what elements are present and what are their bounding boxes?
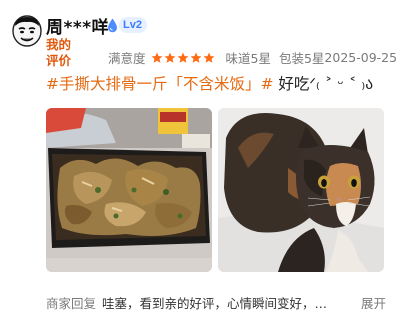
level-drop-icon — [108, 18, 117, 32]
review-date: 2025-09-25 — [324, 50, 398, 65]
packaging-rating: 包装5星 — [278, 51, 325, 66]
level-badge: Lv2 — [107, 16, 147, 34]
taste-rating: 味道5星 — [225, 51, 271, 66]
star-rating — [151, 52, 216, 64]
merchant-reply-text: 哇塞，看到亲的好评，心情瞬间变好，… — [102, 296, 328, 311]
satisfaction-label: 满意度 — [108, 51, 146, 66]
star-icon — [177, 52, 188, 63]
ratings-row: 满意度 味道5星 包装5星 2025-09-25 — [108, 48, 397, 67]
star-icon — [190, 52, 201, 63]
star-icon — [164, 52, 175, 63]
review-card: 周***咩 Lv2 我的评价 满意度 味道5星 包装5星 2025-09-25 … — [0, 0, 398, 335]
food-photo[interactable] — [46, 108, 212, 272]
review-body: 好吃ᐟ₍ ˃ ᵕ ˂ ₎ა — [273, 75, 374, 93]
merchant-reply-label: 商家回复 — [46, 296, 97, 311]
cat-photo[interactable] — [218, 108, 384, 272]
level-label: Lv2 — [119, 17, 147, 33]
expand-button[interactable]: 展开 — [361, 293, 386, 312]
dish-hashtag[interactable]: #手撕大排骨一斤「不含米饭」# — [46, 75, 273, 93]
star-icon — [151, 52, 162, 63]
star-icon — [203, 52, 214, 63]
merchant-reply: 商家回复 哇塞，看到亲的好评，心情瞬间变好，… 展开 — [46, 293, 386, 312]
username[interactable]: 周***咩 — [46, 13, 109, 38]
avatar[interactable] — [10, 14, 44, 48]
my-review-label: 我的评价 — [46, 37, 72, 68]
review-text: #手撕大排骨一斤「不含米饭」# 好吃ᐟ₍ ˃ ᵕ ˂ ₎ა — [46, 74, 391, 94]
